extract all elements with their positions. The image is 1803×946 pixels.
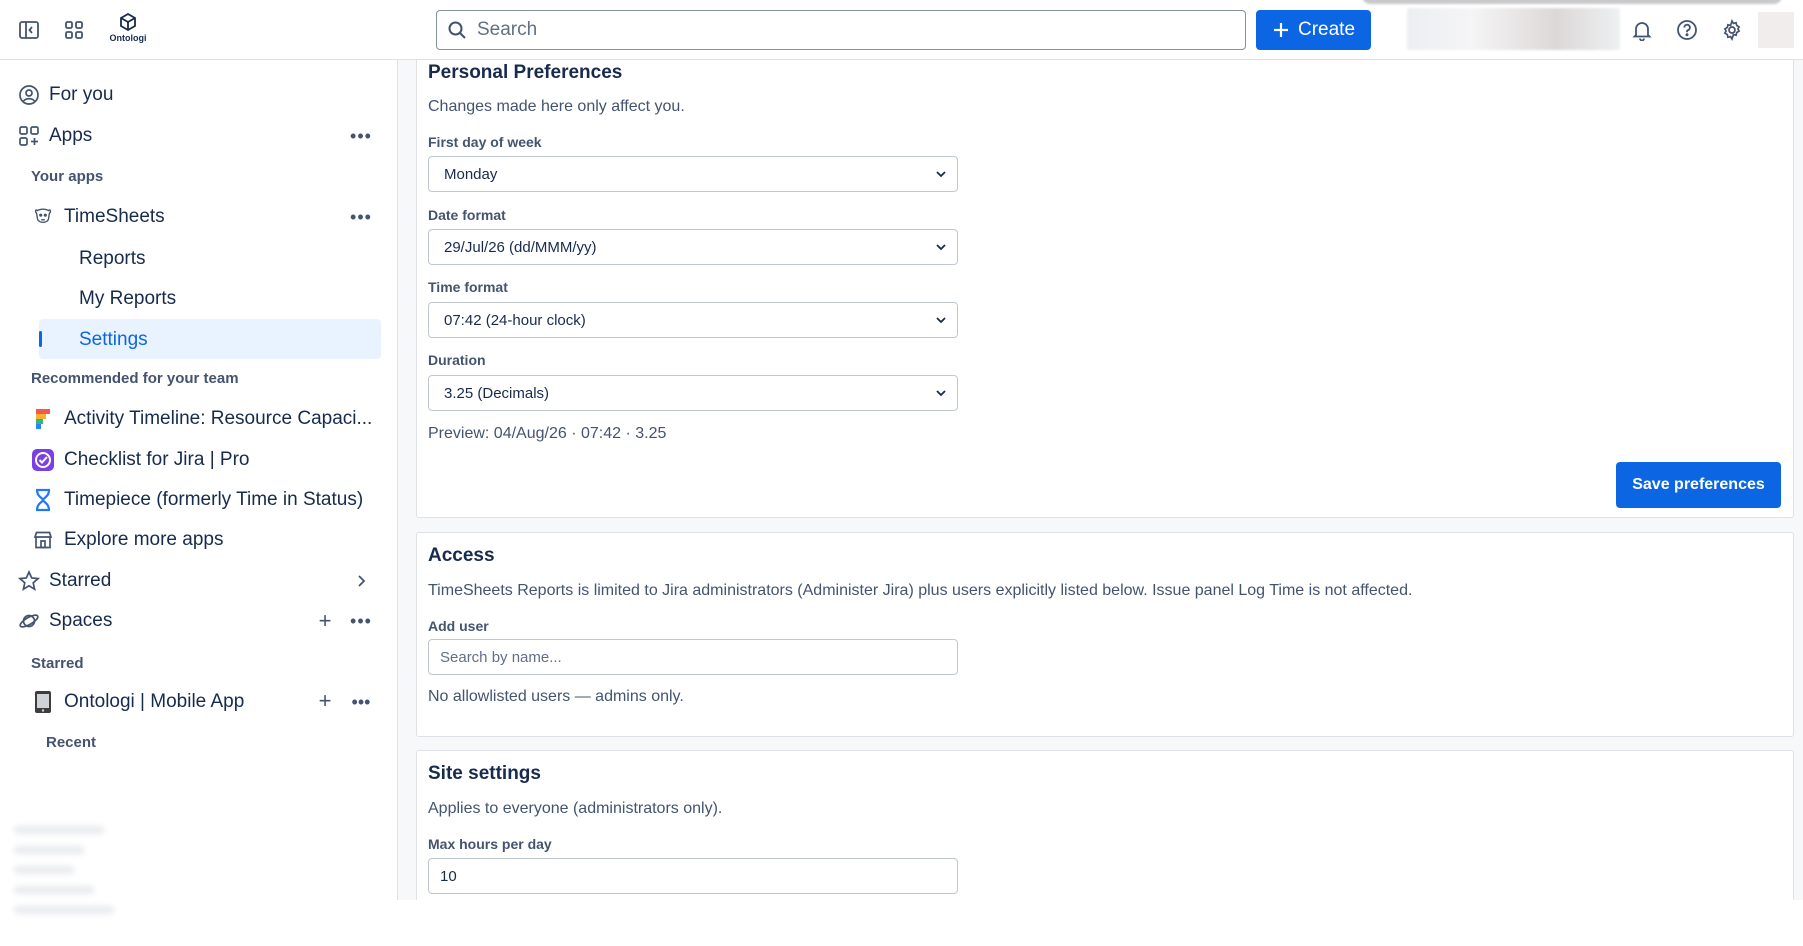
app-label: Checklist for Jira | Pro	[64, 449, 250, 470]
sidebar-item-reports[interactable]: Reports	[79, 248, 146, 270]
sidebar: For you Apps ••• Your apps TimeSheets ••…	[0, 60, 398, 914]
top-navigation-bar: Ontologi Create	[0, 0, 1803, 60]
recommended-app-timepiece[interactable]: Timepiece (formerly Time in Status)	[30, 480, 363, 520]
planet-icon	[18, 610, 40, 632]
app-switcher-icon[interactable]	[58, 14, 90, 46]
ontologi-logo[interactable]: Ontologi	[108, 12, 148, 48]
chevron-right-icon[interactable]	[348, 574, 374, 588]
search-input[interactable]	[477, 19, 1217, 41]
date-format-select[interactable]: 29/Jul/26 (dd/MMM/yy)	[428, 229, 958, 265]
site-settings-card: Site settings Applies to everyone (admin…	[416, 750, 1794, 900]
gear-icon[interactable]	[1716, 14, 1748, 46]
brand-name: Ontologi	[109, 33, 147, 43]
first-day-select[interactable]: Monday	[428, 156, 958, 192]
space-label: Ontologi | Mobile App	[64, 691, 245, 712]
starred-heading: Starred	[31, 655, 84, 672]
recommended-app-activity-timeline[interactable]: Activity Timeline: Resource Capaci...	[30, 399, 372, 439]
plus-icon	[1272, 21, 1290, 39]
help-icon[interactable]	[1671, 14, 1703, 46]
duration-label: Duration	[428, 352, 486, 368]
star-icon	[18, 570, 40, 592]
sidebar-item-spaces[interactable]: Spaces + •••	[0, 601, 397, 641]
avatar[interactable]	[1758, 12, 1794, 48]
create-label: Create	[1297, 19, 1356, 40]
active-indicator	[39, 331, 42, 347]
add-space-icon[interactable]: +	[313, 608, 337, 634]
redacted-area	[1362, 0, 1782, 4]
redacted-recent-items	[14, 826, 114, 946]
settings-page: Personal Preferences Changes made here o…	[398, 60, 1803, 900]
sidebar-item-label: Spaces	[49, 610, 113, 631]
personal-preferences-card: Personal Preferences Changes made here o…	[416, 60, 1794, 518]
chevron-down-icon	[934, 313, 948, 327]
checklist-icon	[30, 447, 56, 473]
bell-icon[interactable]	[1626, 14, 1658, 46]
more-icon[interactable]: •••	[348, 126, 374, 147]
chevron-down-icon	[934, 167, 948, 181]
recommended-app-checklist[interactable]: Checklist for Jira | Pro	[30, 440, 249, 480]
allowlist-empty-text: No allowlisted users — admins only.	[428, 688, 684, 705]
chevron-down-icon	[934, 240, 948, 254]
global-search[interactable]	[436, 10, 1246, 50]
app-label: Activity Timeline: Resource Capaci...	[64, 408, 373, 429]
sidebar-item-label: TimeSheets	[64, 206, 165, 227]
sidebar-item-settings-label[interactable]: Settings	[79, 329, 148, 351]
create-button[interactable]: Create	[1256, 10, 1371, 50]
preferences-preview: Preview: 04/Aug/26 · 07:42 · 3.25	[428, 425, 667, 442]
activity-timeline-icon	[30, 406, 56, 432]
app-label: Explore more apps	[64, 529, 224, 550]
sidebar-item-timesheets[interactable]: TimeSheets •••	[0, 197, 397, 237]
access-description: TimeSheets Reports is limited to Jira ad…	[428, 582, 1413, 599]
first-day-value: Monday	[444, 165, 498, 183]
mobile-app-icon	[30, 689, 56, 715]
hourglass-icon	[30, 487, 56, 513]
time-format-value: 07:42 (24-hour clock)	[444, 311, 586, 329]
more-icon[interactable]: •••	[348, 207, 374, 228]
time-format-label: Time format	[428, 279, 508, 295]
access-card: Access TimeSheets Reports is limited to …	[416, 532, 1794, 737]
timesheets-app-icon	[32, 206, 54, 228]
date-format-label: Date format	[428, 207, 506, 223]
site-settings-subtitle: Applies to everyone (administrators only…	[428, 800, 723, 817]
store-icon	[30, 527, 56, 553]
explore-more-apps[interactable]: Explore more apps	[30, 520, 223, 560]
space-item-mobile-app[interactable]: Ontologi | Mobile App	[30, 682, 244, 722]
first-day-label: First day of week	[428, 134, 542, 150]
chevron-down-icon	[934, 386, 948, 400]
duration-select[interactable]: 3.25 (Decimals)	[428, 375, 958, 411]
apps-add-icon	[18, 125, 40, 147]
access-title: Access	[428, 545, 495, 566]
add-user-input[interactable]	[428, 639, 958, 675]
add-user-label: Add user	[428, 618, 489, 634]
sidebar-item-apps[interactable]: Apps •••	[0, 116, 397, 156]
preferences-title: Personal Preferences	[428, 62, 623, 83]
user-circle-icon	[18, 84, 40, 106]
sidebar-item-for-you[interactable]: For you	[0, 75, 397, 115]
max-hours-input[interactable]	[428, 858, 958, 894]
your-apps-heading: Your apps	[31, 168, 104, 185]
date-format-value: 29/Jul/26 (dd/MMM/yy)	[444, 238, 597, 256]
recommended-heading: Recommended for your team	[31, 370, 239, 387]
duration-value: 3.25 (Decimals)	[444, 384, 550, 402]
add-icon[interactable]: +	[313, 688, 337, 714]
app-label: Timepiece (formerly Time in Status)	[64, 489, 364, 510]
more-icon[interactable]: •••	[348, 692, 374, 713]
recent-heading: Recent	[46, 734, 97, 751]
search-icon	[447, 20, 467, 40]
sidebar-toggle-icon[interactable]	[13, 14, 45, 46]
sidebar-item-starred[interactable]: Starred	[0, 561, 397, 601]
preferences-subtitle: Changes made here only affect you.	[428, 98, 685, 115]
max-hours-label: Max hours per day	[428, 836, 552, 852]
redacted-area	[1407, 8, 1620, 50]
sidebar-item-label: Apps	[49, 125, 93, 146]
more-icon[interactable]: •••	[348, 611, 374, 632]
sidebar-item-my-reports[interactable]: My Reports	[79, 288, 176, 310]
site-settings-title: Site settings	[428, 763, 541, 784]
save-preferences-button[interactable]: Save preferences	[1616, 462, 1781, 508]
time-format-select[interactable]: 07:42 (24-hour clock)	[428, 302, 958, 338]
sidebar-item-label: For you	[49, 84, 114, 105]
sidebar-item-label: Starred	[49, 570, 112, 591]
